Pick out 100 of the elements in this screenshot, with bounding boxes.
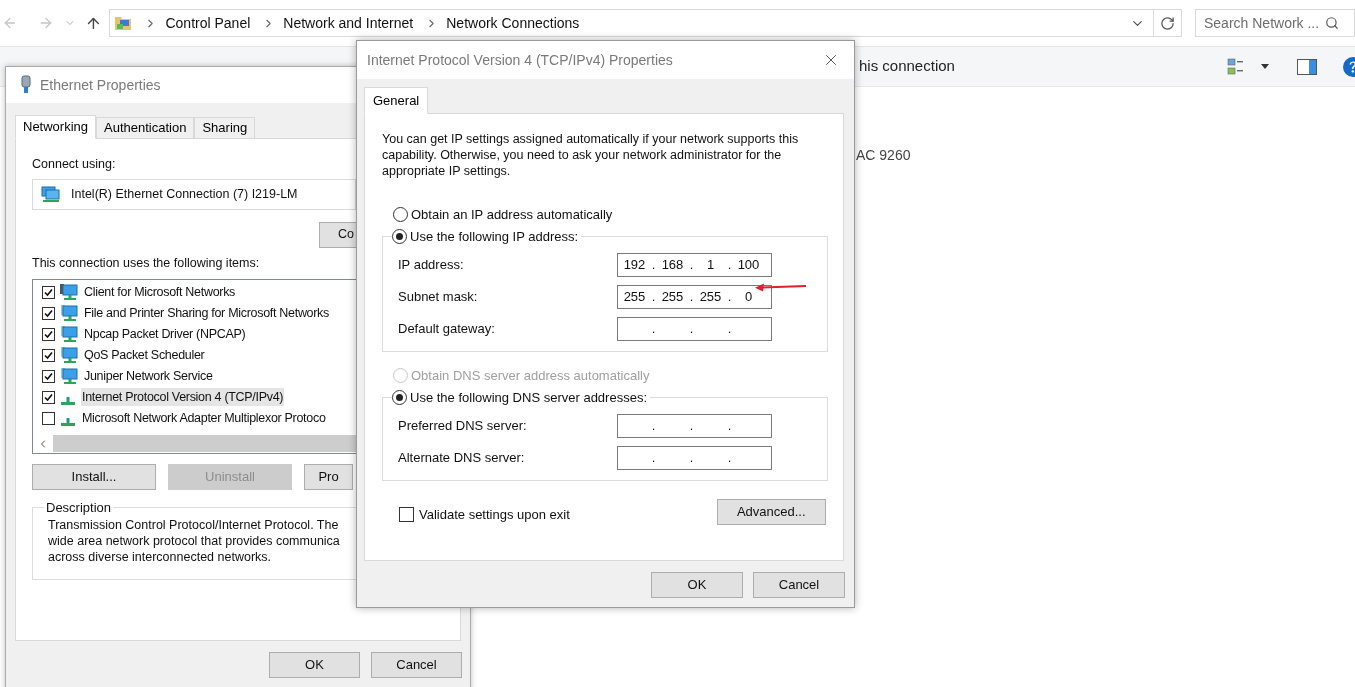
checkbox[interactable]: [42, 285, 55, 299]
list-item[interactable]: File and Printer Sharing for Microsoft Networks: [83, 303, 331, 323]
ok-button[interactable]: OK: [269, 652, 360, 678]
search-field[interactable]: Search Network ...: [1195, 9, 1355, 37]
radio-label: Use the following DNS server addresses:: [410, 388, 647, 407]
tab[interactable]: Networking: [15, 115, 97, 139]
octet-text: 1: [706, 256, 715, 275]
cancel-button[interactable]: Cancel: [371, 652, 462, 678]
breadcrumb-item[interactable]: Network Connections: [446, 12, 580, 34]
preview-pane-icon[interactable]: [1297, 58, 1317, 75]
field-label: IP address:: [398, 256, 465, 275]
octet-separator: .: [727, 449, 732, 468]
field-label: Subnet mask:: [398, 288, 479, 307]
description-text: Transmission Control Protocol/Internet Protocol. The: [48, 517, 340, 533]
tab[interactable]: Authentication: [96, 117, 195, 138]
intro-text: You can get IP settings assigned automatically if your network supports this capability. Otherwise, you need to ask your network administrator for the appropriate IP settings.: [382, 131, 800, 179]
octet-text: 168: [661, 256, 684, 275]
radio-button[interactable]: [393, 207, 408, 223]
checkbox-label: Validate settings upon exit: [419, 506, 570, 524]
list-item[interactable]: Microsoft Network Adapter Multiplexor Protoco: [81, 408, 327, 428]
list-item[interactable]: Npcap Packet Driver (NPCAP): [83, 324, 247, 344]
radio-button[interactable]: [392, 389, 407, 405]
network-monitor-icon: [59, 346, 79, 364]
advanced-button[interactable]: Advanced...: [716, 499, 826, 525]
octet-text: 100: [737, 256, 760, 275]
scrollbar-thumb[interactable]: [53, 435, 356, 452]
tab[interactable]: Sharing: [194, 117, 256, 138]
list-item[interactable]: Client for Microsoft Networks: [83, 282, 237, 302]
list-item[interactable]: Internet Protocol Version 4 (TCP/IPv4): [81, 387, 285, 407]
octet-separator: .: [727, 256, 732, 275]
checkbox[interactable]: [42, 306, 55, 320]
caret-icon[interactable]: [1261, 64, 1269, 69]
network-monitor-icon: [59, 367, 79, 385]
octet-separator: .: [727, 417, 732, 436]
refresh-icon[interactable]: [1160, 15, 1175, 31]
checkbox[interactable]: [399, 507, 414, 523]
toolbar-command[interactable]: his connection: [859, 55, 955, 78]
control-panel-icon: [114, 15, 133, 31]
list-item[interactable]: QoS Packet Scheduler: [83, 345, 206, 365]
items-label: This connection uses the following items:: [32, 254, 260, 272]
octet-text: 0: [744, 288, 753, 307]
list-item[interactable]: Juniper Network Service: [83, 366, 214, 386]
checkbox[interactable]: [42, 390, 55, 404]
network-monitor-icon: [59, 283, 79, 301]
checkmark-icon: [44, 392, 53, 402]
address-bar[interactable]: Control Panel Network and Internet Network Connections: [109, 9, 1182, 37]
action-button[interactable]: Pro: [304, 463, 353, 490]
checkmark-icon: [44, 350, 53, 360]
network-protocol-icon: [61, 418, 75, 426]
tab[interactable]: General: [364, 87, 429, 114]
view-options-icon[interactable]: [1227, 57, 1245, 76]
checkbox[interactable]: [42, 327, 55, 341]
octet-text: 255: [623, 288, 646, 307]
ip-address-field[interactable]: 255 . 255 . 255 . 0: [617, 285, 772, 309]
ip-address-field[interactable]: . . .: [617, 414, 772, 438]
network-monitor-icon: [59, 325, 79, 343]
ip-address-field[interactable]: . . .: [617, 446, 772, 470]
octet-text: 192: [623, 256, 646, 275]
octet-separator: .: [651, 288, 656, 307]
field-label: Preferred DNS server:: [398, 417, 528, 436]
connect-using-label: Connect using:: [32, 156, 116, 173]
network-cable-icon: [20, 75, 32, 95]
breadcrumb-item[interactable]: Network and Internet: [283, 12, 414, 34]
ip-address-field[interactable]: . . .: [617, 317, 772, 341]
network-protocol-icon: [61, 397, 75, 405]
checkmark-icon: [44, 308, 53, 318]
checkbox[interactable]: [42, 369, 55, 383]
action-button[interactable]: Install...: [32, 463, 156, 490]
radio-label: Obtain DNS server address automatically: [411, 367, 650, 385]
description-legend: Description: [44, 497, 114, 517]
octet-separator: .: [727, 320, 732, 339]
octet-separator: .: [689, 449, 694, 468]
cancel-button[interactable]: Cancel: [753, 572, 845, 598]
arrow-annotation: [755, 282, 807, 292]
checkmark-icon: [44, 329, 53, 339]
octet-separator: .: [689, 320, 694, 339]
description-text: across diverse interconnected networks.: [48, 549, 273, 565]
checkbox[interactable]: [42, 348, 55, 362]
checkmark-icon: [44, 287, 53, 297]
radio-button[interactable]: [392, 228, 407, 244]
octet-separator: .: [689, 417, 694, 436]
field-label: Default gateway:: [398, 320, 496, 339]
network-adapter-icon: [41, 185, 61, 203]
octet-separator: .: [651, 449, 656, 468]
octet-separator: .: [651, 320, 656, 339]
search-icon[interactable]: [1325, 16, 1340, 30]
adapter-name: Intel(R) Ethernet Connection (7) I219-LM: [71, 185, 298, 203]
octet-text: 255: [661, 288, 684, 307]
window-title: Ethernet Properties: [40, 75, 161, 95]
breadcrumb-item[interactable]: Control Panel: [165, 12, 251, 34]
checkbox[interactable]: [42, 411, 55, 425]
network-monitor-icon: [59, 304, 79, 322]
octet-text: 255: [699, 288, 722, 307]
field-label: Alternate DNS server:: [398, 449, 526, 468]
octet-separator: .: [689, 256, 694, 275]
adapter-description-text: AC 9260: [856, 147, 911, 163]
configure-button[interactable]: Co: [319, 221, 357, 248]
checkmark-icon: [44, 371, 53, 381]
ip-address-field[interactable]: 192 . 168 . 1 . 100: [617, 253, 772, 277]
ok-button[interactable]: OK: [651, 572, 743, 598]
